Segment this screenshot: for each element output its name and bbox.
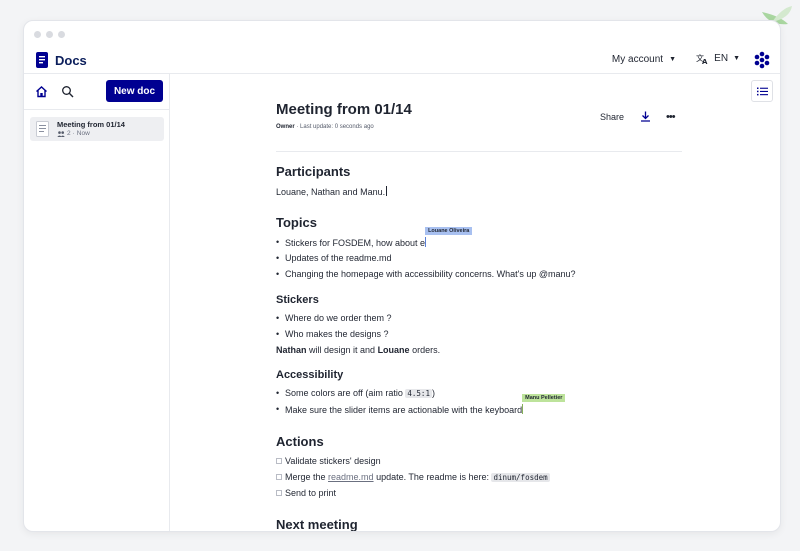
app-header: Docs My account ▼ 文 A EN ▼ — [24, 45, 780, 74]
inline-code: 4.5:1 — [405, 389, 432, 398]
topics-item[interactable]: Changing the homepage with accessibility… — [276, 269, 576, 279]
item-text: Merge the — [285, 472, 329, 482]
list-icon — [756, 87, 768, 95]
inline-code: dinum/fosdem — [491, 473, 550, 482]
checklist-item[interactable]: Validate stickers' design — [276, 456, 381, 466]
item-text: Validate stickers' design — [285, 456, 381, 466]
heading-accessibility[interactable]: Accessibility — [276, 369, 343, 381]
sidebar-toolbar: New doc — [24, 74, 170, 110]
window-dot[interactable] — [58, 31, 65, 38]
accessibility-item[interactable]: Some colors are off (aim ratio 4.5:1) — [276, 388, 435, 398]
sidebar-doc-item[interactable]: Meeting from 01/14 2 · Now — [30, 117, 164, 141]
account-menu[interactable]: My account ▼ — [612, 54, 676, 65]
document-header: Meeting from 01/14 Owner · Last update: … — [276, 101, 682, 152]
item-text: Some colors are off (aim ratio — [285, 388, 406, 398]
home-icon[interactable] — [35, 85, 48, 98]
chevron-down-icon: ▼ — [669, 56, 676, 63]
collaborator-cursor: Manu Pelletier — [522, 394, 566, 414]
sidebar-doc-title: Meeting from 01/14 — [57, 120, 125, 129]
collaborator-flag: Manu Pelletier — [522, 394, 566, 402]
table-of-contents-button[interactable] — [751, 80, 773, 102]
sidebar-doc-meta: 2 · Now — [57, 130, 90, 137]
participants-paragraph[interactable]: Louane, Nathan and Manu. — [276, 186, 388, 197]
heading-topics[interactable]: Topics — [276, 215, 317, 230]
note-text: will design it and — [306, 345, 378, 355]
document-editor: Meeting from 01/14 Owner · Last update: … — [276, 101, 682, 531]
document-last-update: Last update: 0 seconds ago — [300, 124, 374, 130]
window-controls — [34, 31, 65, 38]
accessibility-item[interactable]: Make sure the slider items are actionabl… — [276, 394, 566, 415]
window-dot[interactable] — [34, 31, 41, 38]
document-role: Owner — [276, 124, 295, 130]
item-text: Send to print — [285, 488, 337, 498]
app-window: Docs My account ▼ 文 A EN ▼ New doc Meeti… — [23, 20, 781, 532]
svg-text:A: A — [702, 58, 708, 64]
item-text: ) — [431, 388, 435, 398]
window-dot[interactable] — [46, 31, 53, 38]
translate-icon: 文 A — [696, 53, 708, 64]
checkbox[interactable] — [276, 490, 282, 496]
language-picker[interactable]: 文 A EN ▼ — [696, 53, 740, 64]
heading-next-meeting[interactable]: Next meeting — [276, 517, 358, 531]
stickers-item[interactable]: Who makes the designs ? — [276, 329, 389, 339]
language-code: EN — [714, 53, 729, 64]
heading-participants[interactable]: Participants — [276, 164, 350, 179]
heading-stickers[interactable]: Stickers — [276, 294, 319, 306]
document-title[interactable]: Meeting from 01/14 — [276, 101, 412, 118]
app-name: Docs — [55, 52, 87, 68]
readme-link[interactable]: readme.md — [328, 472, 374, 482]
sidebar-doc-updated: Now — [76, 130, 90, 137]
app-logo[interactable]: Docs — [35, 51, 87, 69]
mention-name: Louane — [377, 345, 410, 355]
new-doc-button[interactable]: New doc — [106, 80, 163, 102]
item-text: Make sure the slider items are actionabl… — [285, 405, 523, 415]
share-button[interactable]: Share — [600, 112, 624, 122]
apps-grid-icon[interactable] — [753, 51, 771, 69]
note-text: orders. — [409, 345, 441, 355]
sidebar: New doc Meeting from 01/14 2 · Now — [24, 74, 170, 531]
collaborator-flag: Louane Oliveira — [425, 227, 473, 235]
stickers-item[interactable]: Where do we order them ? — [276, 313, 392, 323]
docs-logo-icon — [36, 52, 48, 68]
topics-item[interactable]: Updates of the readme.md — [276, 253, 392, 263]
meta-separator: · — [72, 130, 75, 137]
account-label: My account — [611, 54, 664, 65]
document-subtitle: Owner · Last update: 0 seconds ago — [276, 124, 374, 130]
collaborator-cursor: Louane Oliveira — [425, 227, 473, 247]
text-caret — [386, 186, 388, 196]
more-options-icon[interactable]: ••• — [666, 111, 676, 123]
mention-name: Nathan — [276, 345, 307, 355]
item-text: update. The readme is here: — [373, 472, 492, 482]
checkbox[interactable] — [276, 474, 282, 480]
topics-item[interactable]: Stickers for FOSDEM, how about e Louane O… — [276, 227, 473, 248]
document-icon — [36, 121, 49, 137]
sidebar-doc-members: 2 — [67, 130, 71, 137]
heading-actions[interactable]: Actions — [276, 434, 324, 449]
stickers-note[interactable]: Nathan will design it and Louane orders. — [276, 345, 440, 355]
users-icon — [57, 130, 65, 137]
chevron-down-icon: ▼ — [733, 55, 740, 62]
search-icon[interactable] — [61, 85, 74, 98]
topics-item-text: Stickers for FOSDEM, how about e — [285, 238, 426, 248]
checklist-item[interactable]: Send to print — [276, 488, 336, 498]
download-icon[interactable] — [640, 111, 651, 122]
checkbox[interactable] — [276, 458, 282, 464]
participants-text: Louane, Nathan and Manu. — [276, 187, 386, 197]
checklist-item[interactable]: Merge the readme.md update. The readme i… — [276, 472, 550, 482]
